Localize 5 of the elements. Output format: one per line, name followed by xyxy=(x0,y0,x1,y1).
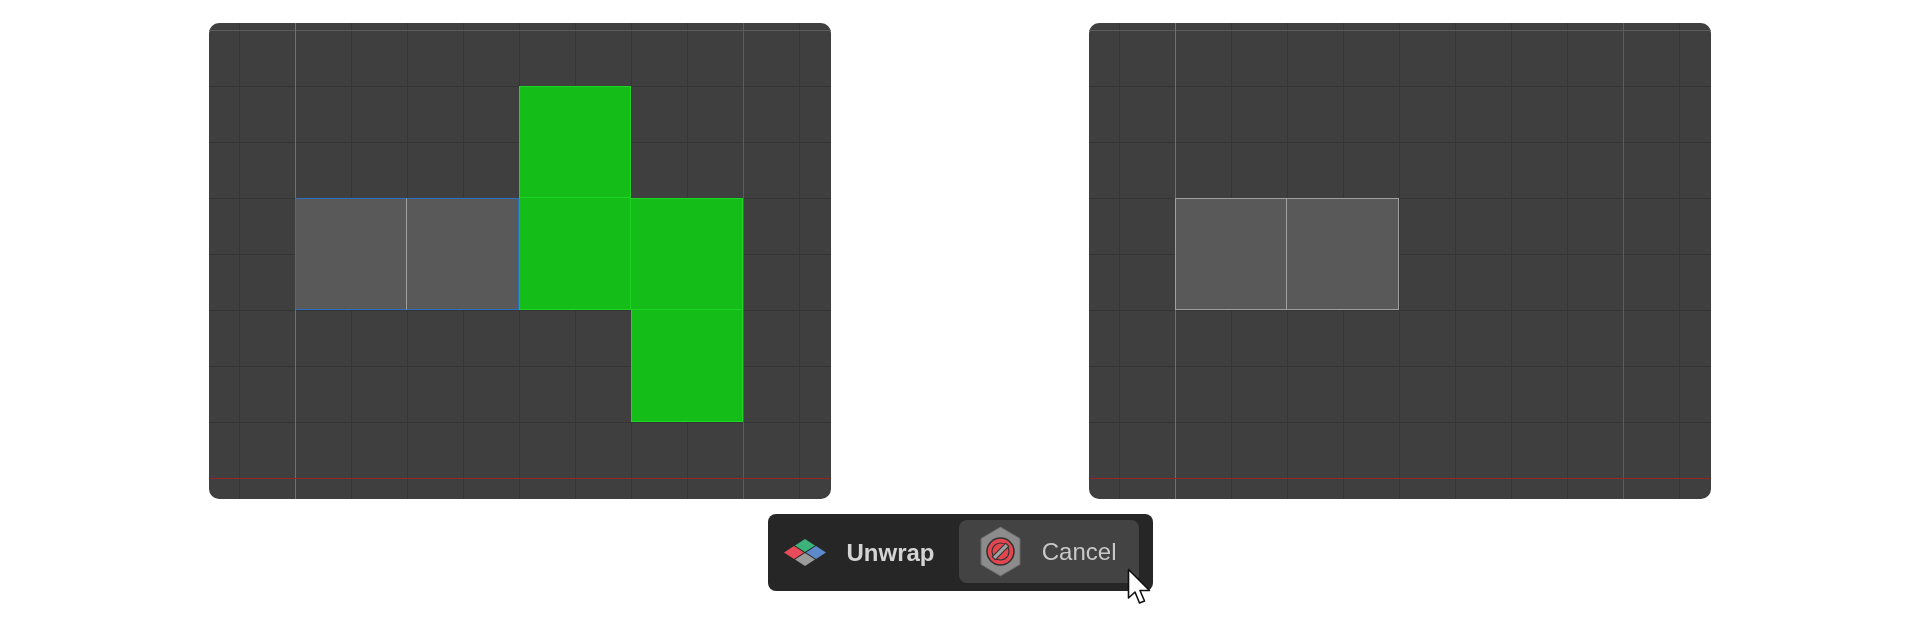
mouse-pointer-icon xyxy=(1126,568,1153,605)
no-entry-icon xyxy=(979,526,1021,577)
cancel-button[interactable]: Cancel xyxy=(958,520,1139,583)
command-name: Unwrap xyxy=(846,537,935,568)
diamond-tiles-icon xyxy=(782,538,827,567)
